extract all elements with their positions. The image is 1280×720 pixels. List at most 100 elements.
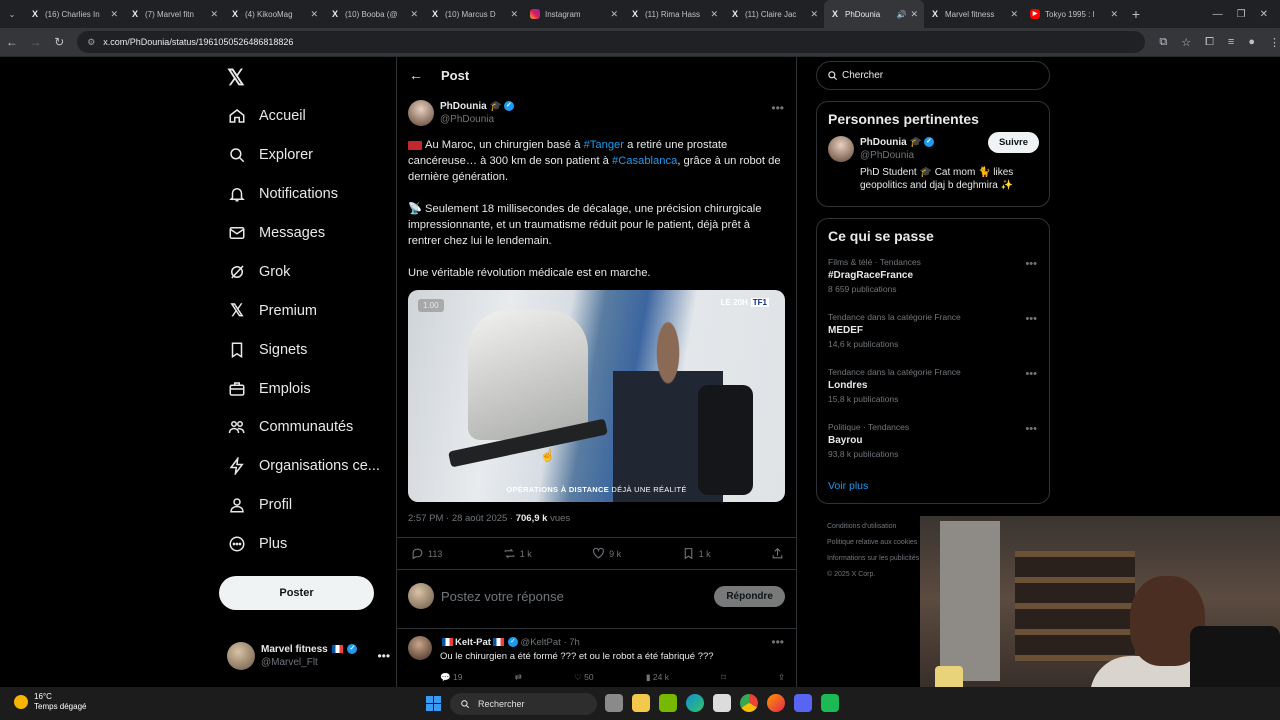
browser-tab[interactable]: X (16) Charlies In ✕ — [24, 0, 124, 28]
file-explorer-icon[interactable] — [632, 694, 650, 712]
avatar[interactable] — [408, 636, 432, 660]
site-info-icon[interactable]: ⚙ — [87, 37, 95, 48]
nav-item-messages[interactable]: Messages — [227, 218, 325, 248]
taskbar-search[interactable]: Rechercher — [450, 693, 597, 715]
video-player[interactable]: 1.00 LE 20H TF1 OPÉRATIONS À DISTANCE DÉJ… — [408, 290, 785, 502]
profile-icon[interactable]: ● — [1248, 36, 1255, 49]
repost-action[interactable]: ⇄ — [515, 672, 522, 683]
back-arrow-icon[interactable]: ← — [409, 67, 423, 83]
relevant-user[interactable]: PhDounia 🎓 ✓ @PhDounia PhD Student 🎓 Cat … — [817, 127, 1049, 203]
browser-tab[interactable]: .Instagram✕ — [524, 0, 624, 28]
close-icon[interactable]: ✕ — [1110, 9, 1118, 20]
reply-tweet[interactable]: Kelt-Pat ✓ @KeltPat · 7h ••• Ou le chirur… — [397, 628, 796, 687]
post-button[interactable]: Poster — [219, 576, 374, 610]
nav-item-explore[interactable]: Explorer — [227, 140, 313, 170]
new-tab-button[interactable]: + — [1124, 6, 1148, 22]
media-icon[interactable]: ≡ — [1228, 36, 1234, 49]
store-icon[interactable] — [713, 694, 731, 712]
more-icon[interactable]: ••• — [377, 649, 390, 663]
nav-item-jobs[interactable]: Emplois — [227, 374, 311, 404]
reply-input[interactable]: Postez votre réponse — [441, 589, 714, 604]
repost-action[interactable]: 1 k — [503, 547, 532, 560]
back-icon[interactable]: ← — [0, 35, 24, 49]
search-input[interactable]: Chercher — [816, 61, 1050, 90]
more-icon[interactable]: ••• — [1025, 368, 1037, 380]
bookmark-action[interactable]: ⌑ — [721, 672, 725, 683]
close-window-icon[interactable]: ✕ — [1260, 9, 1268, 20]
reply-action[interactable]: 💬 19 — [440, 672, 462, 683]
avatar[interactable] — [828, 136, 854, 162]
nav-item-profile[interactable]: Profil — [227, 490, 292, 520]
hashtag-link[interactable]: #Casablanca — [612, 155, 677, 167]
close-icon[interactable]: ✕ — [410, 9, 418, 20]
views-action[interactable]: ▮ 24 k — [646, 672, 669, 683]
nav-item-organizations[interactable]: Organisations ce... — [227, 451, 380, 481]
close-icon[interactable]: ✕ — [210, 9, 218, 20]
trend-item[interactable]: Tendance dans la catégorie France Londre… — [817, 366, 1049, 421]
x-logo-icon[interactable]: 𝕏 — [227, 65, 245, 91]
close-icon[interactable]: ✕ — [1010, 9, 1018, 20]
browser-tab-active[interactable]: X PhDounia 🔊 ✕ — [824, 0, 924, 28]
install-icon[interactable]: ⧉ — [1159, 36, 1167, 49]
weather-widget[interactable]: 16°C Temps dégagé — [14, 692, 86, 712]
address-bar[interactable]: ⚙ x.com/PhDounia/status/1961050526486818… — [77, 31, 1146, 53]
discord-icon[interactable] — [794, 694, 812, 712]
reply-button[interactable]: Répondre — [714, 585, 785, 607]
trend-item[interactable]: Films & télé · Tendances #DragRaceFrance… — [817, 256, 1049, 311]
browser-tab[interactable]: X (7) Marvel fitn ✕ — [124, 0, 224, 28]
close-icon[interactable]: ✕ — [110, 9, 118, 20]
more-icon[interactable]: ••• — [1025, 423, 1037, 435]
speaker-icon[interactable]: 🔊 — [896, 10, 906, 19]
close-icon[interactable]: ✕ — [510, 9, 518, 20]
close-icon[interactable]: ✕ — [710, 9, 718, 20]
tweet-author[interactable]: PhDounia 🎓 ✓ @PhDounia — [408, 100, 514, 126]
menu-icon[interactable]: ⋮ — [1269, 36, 1280, 49]
bookmark-action[interactable]: 1 k — [682, 547, 711, 560]
account-switcher[interactable]: Marvel fitness ✓ @Marvel_Flt ••• — [227, 642, 390, 670]
app-icon[interactable] — [821, 694, 839, 712]
minimize-icon[interactable]: — — [1213, 9, 1223, 20]
more-icon[interactable]: ••• — [1025, 313, 1037, 325]
browser-tab[interactable]: X Marvel fitness ✕ — [924, 0, 1024, 28]
browser-tab[interactable]: ▶ Tokyo 1995 : l ✕ — [1024, 0, 1124, 28]
nav-item-notifications[interactable]: Notifications — [227, 179, 338, 209]
nav-item-premium[interactable]: 𝕏 Premium — [227, 296, 317, 326]
windows-start-icon[interactable] — [426, 696, 441, 711]
close-icon[interactable]: ✕ — [910, 9, 918, 20]
trend-item[interactable]: Politique · Tendances Bayrou 93,8 k publ… — [817, 421, 1049, 476]
close-icon[interactable]: ✕ — [810, 9, 818, 20]
follow-button[interactable]: Suivre — [987, 132, 1039, 153]
chrome-icon[interactable] — [740, 694, 758, 712]
more-icon[interactable]: ••• — [771, 101, 784, 115]
more-icon[interactable]: ••• — [771, 635, 784, 649]
nav-item-communities[interactable]: Communautés — [227, 412, 353, 442]
share-action[interactable] — [771, 547, 784, 560]
avatar[interactable] — [408, 100, 434, 126]
reload-icon[interactable]: ↻ — [47, 35, 71, 49]
edge-icon[interactable] — [686, 694, 704, 712]
share-action[interactable]: ⇪ — [778, 672, 785, 683]
close-icon[interactable]: ✕ — [610, 9, 618, 20]
browser-tab[interactable]: X (11) Rima Hass ✕ — [624, 0, 724, 28]
nav-item-grok[interactable]: Grok — [227, 257, 290, 287]
see-more-link[interactable]: Voir plus — [817, 476, 1049, 492]
firefox-icon[interactable] — [767, 694, 785, 712]
nav-item-bookmarks[interactable]: Signets — [227, 335, 307, 365]
playback-speed[interactable]: 1.00 — [418, 299, 444, 312]
maximize-icon[interactable]: ❐ — [1237, 9, 1246, 20]
trend-item[interactable]: Tendance dans la catégorie France MEDEF … — [817, 311, 1049, 366]
hashtag-link[interactable]: #Tanger — [584, 139, 624, 151]
reply-action[interactable]: 113 — [411, 547, 442, 560]
like-action[interactable]: 9 k — [592, 547, 621, 560]
browser-tab[interactable]: X (10) Marcus D ✕ — [424, 0, 524, 28]
more-icon[interactable]: ••• — [1025, 258, 1037, 270]
nav-item-home[interactable]: Accueil — [227, 101, 306, 131]
nav-item-more[interactable]: Plus — [227, 529, 287, 559]
extensions-icon[interactable]: ⧠ — [1205, 36, 1214, 49]
browser-tab[interactable]: X (11) Claire Jac ✕ — [724, 0, 824, 28]
browser-tab[interactable]: X (10) Booba (@ ✕ — [324, 0, 424, 28]
nvidia-icon[interactable] — [659, 694, 677, 712]
browser-tab[interactable]: X (4) KikooMag ✕ — [224, 0, 324, 28]
star-icon[interactable]: ☆ — [1181, 36, 1191, 49]
like-action[interactable]: ♡ 50 — [574, 672, 593, 683]
